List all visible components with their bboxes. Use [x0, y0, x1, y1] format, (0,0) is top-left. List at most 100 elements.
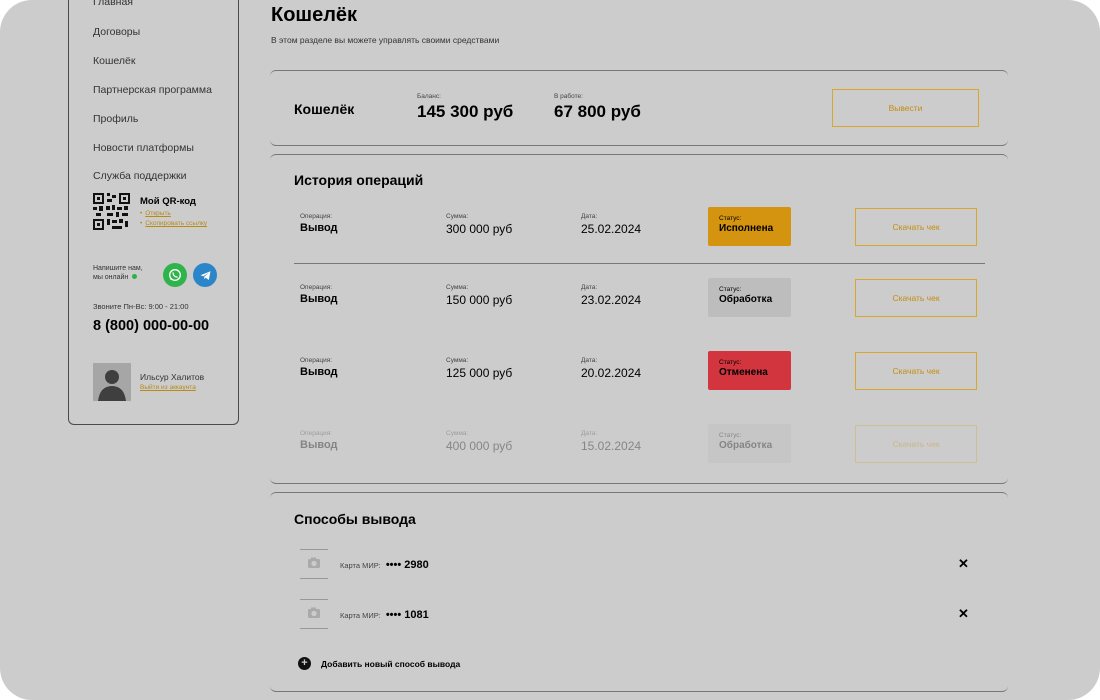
sidebar-item-home[interactable]: Главная	[93, 0, 133, 8]
date-value: 23.02.2024	[581, 293, 642, 307]
sidebar-item-wallet[interactable]: Кошелёк	[93, 55, 135, 67]
online-indicator	[132, 274, 138, 279]
list-item: Карта МИР: •••• 2980 ✕	[270, 549, 1008, 579]
logout-link[interactable]: Выйти из аккаунта	[140, 384, 196, 391]
method-number: •••• 1081	[385, 609, 429, 621]
amount-label: Сумма:	[446, 430, 469, 437]
add-method-button[interactable]: + Добавить новый способ вывода	[298, 657, 460, 670]
status-badge: Статус: Отменена	[708, 351, 791, 390]
history-title: История операций	[294, 172, 424, 188]
sidebar-item-news[interactable]: Новости платформы	[93, 142, 194, 154]
card-image-icon	[300, 549, 328, 579]
list-item: Карта МИР: •••• 1081 ✕	[270, 599, 1008, 629]
amount-value: 300 000 руб	[446, 222, 513, 236]
avatar[interactable]	[93, 363, 131, 401]
close-icon: ✕	[958, 606, 969, 621]
date-label: Дата:	[581, 213, 598, 220]
download-receipt-button[interactable]: Скачать чек	[855, 279, 977, 317]
whatsapp-button[interactable]	[163, 263, 187, 287]
telegram-icon	[200, 270, 210, 280]
withdrawal-methods-card: Способы вывода Карта МИР: •••• 2980 ✕ Ка…	[270, 492, 1008, 692]
date-value: 25.02.2024	[581, 222, 642, 236]
operation-value: Вывод	[300, 439, 338, 451]
withdraw-button[interactable]: Вывести	[832, 89, 979, 127]
support-hours: Звоните Пн-Вс: 9:00 - 21:00	[93, 302, 189, 311]
chat-prompt: Напишите нам, мы онлайн	[93, 264, 143, 282]
method-label: Карта МИР: •••• 2980	[340, 559, 429, 571]
date-label: Дата:	[581, 284, 598, 291]
chat-prompt-line2: мы онлайн	[93, 274, 129, 281]
history-card: История операций Операция: Вывод Сумма: …	[270, 154, 1008, 484]
app-frame: Главная Договоры Кошелёк Партнерская про…	[0, 0, 1100, 700]
date-value: 15.02.2024	[581, 439, 642, 453]
add-method-label: Добавить новый способ вывода	[321, 658, 461, 669]
amount-value: 400 000 руб	[446, 439, 513, 453]
close-icon: ✕	[958, 556, 969, 571]
status-value: Обработка	[719, 440, 773, 451]
qr-open-link[interactable]: Открыть	[140, 210, 171, 217]
in-work-label: В работе:	[554, 93, 583, 100]
method-type: Карта МИР:	[340, 611, 381, 620]
amount-label: Сумма:	[446, 357, 469, 364]
table-row: Операция: Вывод Сумма: 150 000 руб Дата:…	[270, 278, 1008, 326]
page-subtitle: В этом разделе вы можете управлять своим…	[271, 35, 500, 45]
plus-icon: +	[298, 657, 311, 670]
wallet-title: Кошелёк	[294, 101, 355, 117]
status-label: Статус:	[719, 286, 742, 293]
status-label: Статус:	[719, 359, 742, 366]
remove-method-button[interactable]: ✕	[958, 557, 969, 570]
whatsapp-icon	[169, 269, 181, 281]
card-image-icon	[300, 599, 328, 629]
balance-amount: 145 300 руб	[417, 102, 514, 121]
user-name: Ильсур Халитов	[140, 372, 205, 382]
status-value: Обработка	[719, 294, 773, 305]
download-receipt-button[interactable]: Скачать чек	[855, 352, 977, 390]
download-receipt-button[interactable]: Скачать чек	[855, 425, 977, 463]
user-silhouette-icon	[93, 363, 131, 401]
wallet-card: Кошелёк Баланс: 145 300 руб В работе: 67…	[270, 70, 1008, 146]
table-row: Операция: Вывод Сумма: 400 000 руб Дата:…	[270, 424, 1008, 472]
balance-label: Баланс:	[417, 93, 441, 100]
operation-label: Операция:	[300, 213, 333, 220]
status-value: Исполнена	[719, 223, 774, 234]
amount-value: 125 000 руб	[446, 366, 513, 380]
page-title: Кошелёк	[271, 4, 358, 26]
table-row: Операция: Вывод Сумма: 125 000 руб Дата:…	[270, 351, 1008, 399]
amount-label: Сумма:	[446, 284, 469, 291]
methods-title: Способы вывода	[294, 511, 416, 527]
operation-label: Операция:	[300, 430, 333, 437]
status-label: Статус:	[719, 215, 742, 222]
qr-title: Мой QR-код	[140, 196, 196, 207]
telegram-button[interactable]	[193, 263, 217, 287]
status-value: Отменена	[719, 367, 768, 378]
operation-value: Вывод	[300, 222, 338, 234]
amount-label: Сумма:	[446, 213, 469, 220]
amount-value: 150 000 руб	[446, 293, 513, 307]
operation-label: Операция:	[300, 357, 333, 364]
in-work-amount: 67 800 руб	[554, 102, 641, 121]
operation-value: Вывод	[300, 366, 338, 378]
sidebar-item-support[interactable]: Служба поддержки	[93, 170, 186, 182]
date-value: 20.02.2024	[581, 366, 642, 380]
method-type: Карта МИР:	[340, 561, 381, 570]
operation-value: Вывод	[300, 293, 338, 305]
chat-prompt-line1: Напишите нам,	[93, 265, 143, 272]
status-badge: Статус: Обработка	[708, 424, 791, 463]
support-phone[interactable]: 8 (800) 000-00-00	[93, 318, 209, 334]
status-badge: Статус: Исполнена	[708, 207, 791, 246]
status-badge: Статус: Обработка	[708, 278, 791, 317]
download-receipt-button[interactable]: Скачать чек	[855, 208, 977, 246]
method-label: Карта МИР: •••• 1081	[340, 609, 429, 621]
qr-copy-link[interactable]: Скопировать ссылку	[140, 220, 207, 227]
date-label: Дата:	[581, 357, 598, 364]
remove-method-button[interactable]: ✕	[958, 607, 969, 620]
operation-label: Операция:	[300, 284, 333, 291]
sidebar-item-partner-program[interactable]: Партнерская программа	[93, 84, 212, 96]
qr-code-icon[interactable]	[93, 193, 130, 230]
table-row: Операция: Вывод Сумма: 300 000 руб Дата:…	[270, 207, 1008, 255]
status-label: Статус:	[719, 432, 742, 439]
sidebar-item-contracts[interactable]: Договоры	[93, 26, 140, 38]
method-number: •••• 2980	[385, 559, 429, 571]
sidebar-item-profile[interactable]: Профиль	[93, 113, 138, 125]
row-divider	[294, 263, 985, 264]
